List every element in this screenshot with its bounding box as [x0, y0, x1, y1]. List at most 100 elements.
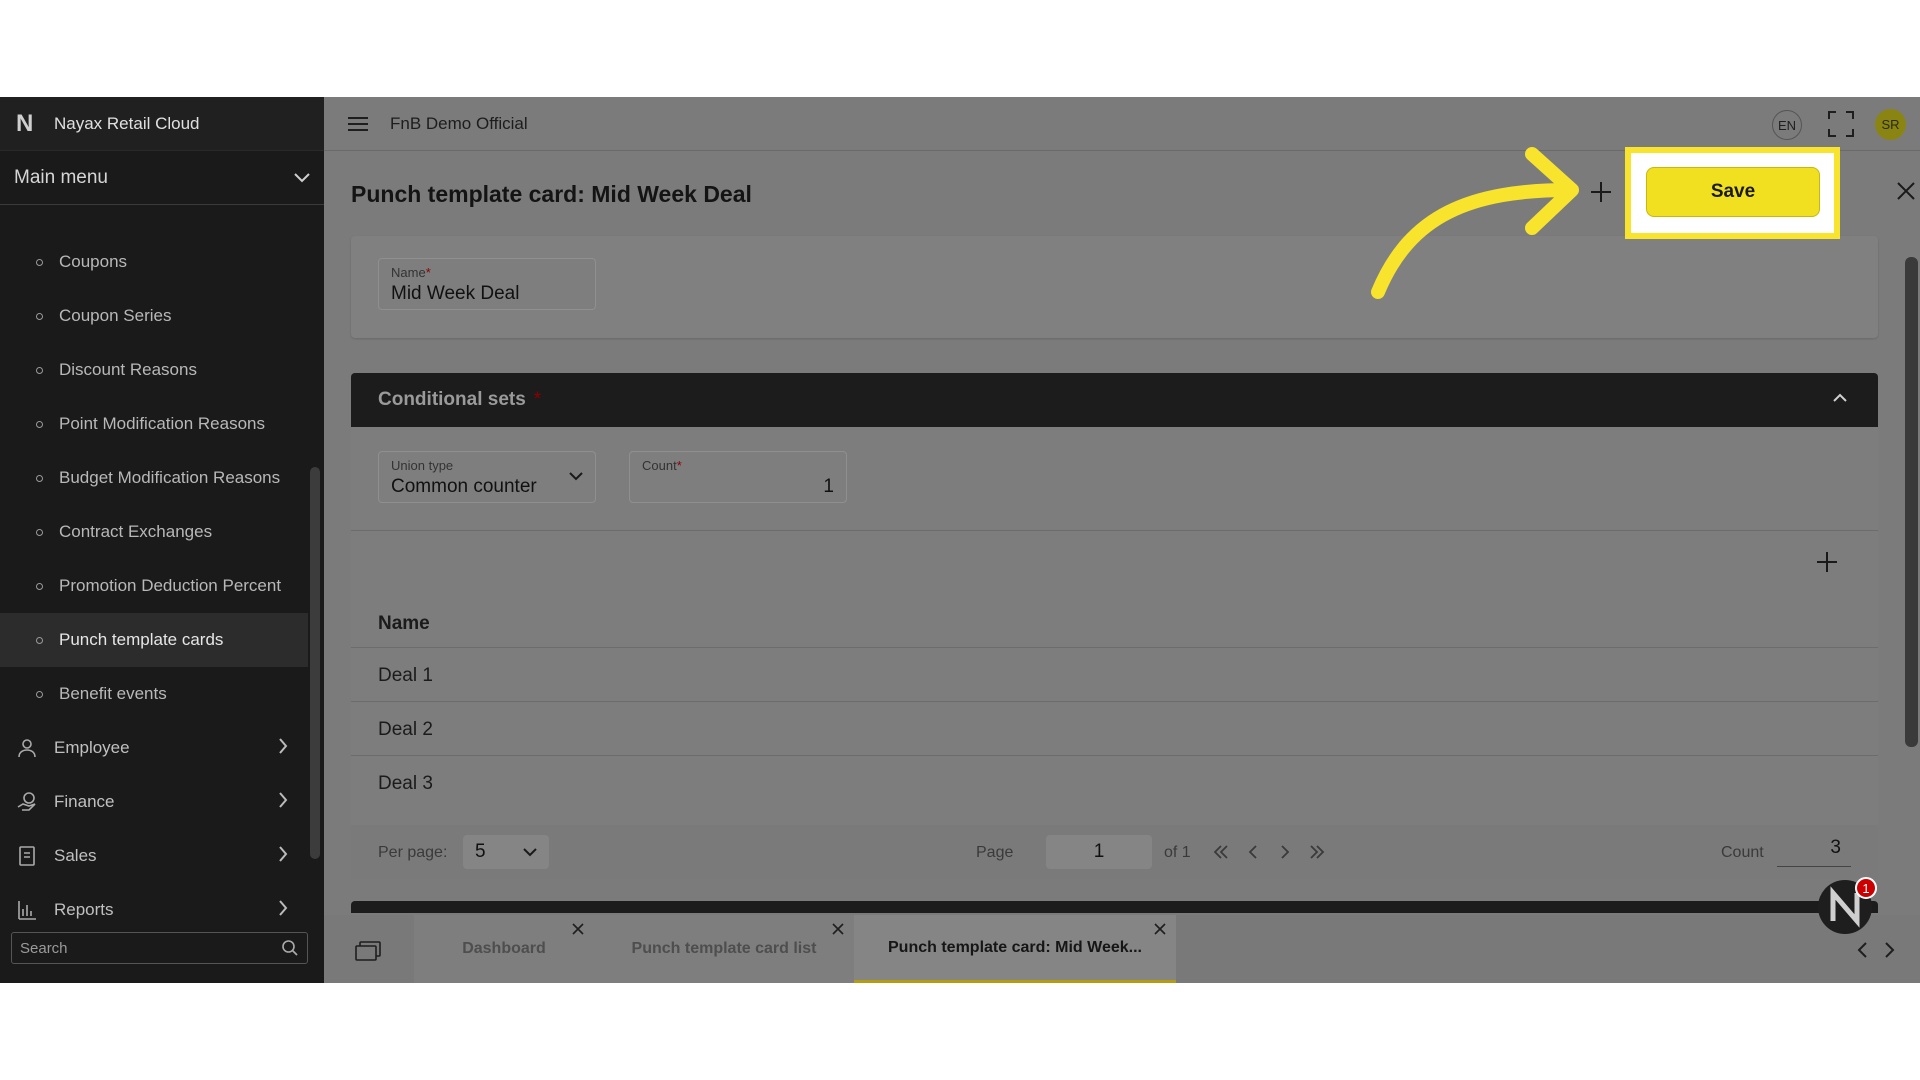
windows-icon[interactable]: [355, 941, 381, 961]
count-label: Count: [1721, 844, 1764, 861]
sidebar-item-coupons[interactable]: Coupons: [0, 235, 308, 289]
tab-punch-template-card-mid-week[interactable]: Punch template card: Mid Week...: [854, 915, 1176, 983]
bullet-icon: [36, 420, 43, 428]
count-value: 3: [1777, 837, 1851, 867]
sidebar-item-discount-reasons[interactable]: Discount Reasons: [0, 343, 308, 397]
chevron-up-icon[interactable]: [1832, 391, 1848, 403]
table-row[interactable]: Deal 3: [378, 773, 433, 795]
chevron-right-icon: [279, 900, 288, 916]
sidebar-item-label: Discount Reasons: [59, 360, 197, 379]
sidebar-item-label: Contract Exchanges: [59, 522, 213, 541]
table-row[interactable]: Deal 2: [378, 719, 433, 741]
close-icon[interactable]: [1896, 181, 1916, 201]
conditional-sets-body: Union type Common counter Count* 1 Name …: [351, 427, 1878, 879]
table-header-name[interactable]: Name: [378, 613, 430, 635]
user-avatar[interactable]: SR: [1875, 109, 1906, 140]
main-menu-label: Main menu: [14, 166, 108, 188]
chevron-down-icon: [294, 172, 310, 182]
conditional-sets-header[interactable]: Conditional sets *: [351, 373, 1878, 427]
last-page-icon[interactable]: [1307, 842, 1327, 862]
sidebar-item-budget-modification-reasons[interactable]: Budget Modification Reasons: [0, 451, 308, 505]
notification-badge: 1: [1855, 877, 1877, 899]
bullet-icon: [36, 366, 43, 374]
bullet-icon: [36, 582, 43, 590]
union-type-select[interactable]: Union type Common counter: [378, 451, 596, 503]
sidebar-scrollbar[interactable]: [310, 467, 320, 859]
add-row-icon[interactable]: [1816, 551, 1838, 573]
main-menu-toggle[interactable]: Main menu: [0, 151, 324, 205]
per-page-label: Per page:: [378, 844, 448, 861]
bullet-icon: [36, 258, 43, 266]
tab-punch-template-card-list[interactable]: Punch template card list: [594, 915, 854, 983]
union-type-label: Union type: [391, 458, 454, 473]
employee-icon: [16, 737, 38, 759]
sidebar-item-label: Point Modification Reasons: [59, 414, 266, 433]
first-page-icon[interactable]: [1211, 842, 1231, 862]
table-row[interactable]: Deal 1: [378, 665, 433, 687]
bullet-icon: [36, 528, 43, 536]
sidebar-section-label: Finance: [54, 792, 115, 811]
per-page-value: 5: [475, 841, 486, 862]
per-page-select[interactable]: 5: [463, 835, 549, 869]
bullet-icon: [36, 636, 43, 644]
sidebar-section-employee[interactable]: Employee: [0, 721, 308, 775]
tabs-scroll-left-icon[interactable]: [1856, 941, 1868, 959]
sidebar-search-input[interactable]: Search: [11, 932, 308, 964]
tab-dashboard[interactable]: Dashboard: [414, 915, 594, 983]
hamburger-menu-icon[interactable]: [348, 116, 368, 132]
chevron-right-icon: [279, 792, 288, 808]
previous-page-icon[interactable]: [1243, 842, 1263, 862]
page-input[interactable]: 1: [1046, 835, 1152, 869]
tab-label: Punch template card list: [631, 940, 817, 957]
chevron-right-icon: [279, 738, 288, 754]
search-placeholder: Search: [20, 939, 68, 957]
sales-icon: [16, 845, 38, 867]
required-mark: *: [533, 389, 542, 410]
tab-label: Punch template card: Mid Week...: [888, 938, 1142, 956]
close-tab-icon[interactable]: [572, 923, 584, 935]
sidebar-item-label: Benefit events: [59, 684, 167, 703]
count-field-value: 1: [823, 476, 834, 497]
divider: [351, 530, 1878, 531]
conditional-sets-title: Conditional sets: [378, 389, 526, 410]
sidebar-section-finance[interactable]: Finance: [0, 775, 308, 829]
brand-name: Nayax Retail Cloud: [54, 113, 200, 133]
close-tab-icon[interactable]: [832, 923, 844, 935]
divider: [351, 701, 1878, 702]
fullscreen-icon[interactable]: [1828, 111, 1854, 137]
bullet-icon: [36, 690, 43, 698]
next-page-icon[interactable]: [1275, 842, 1295, 862]
sidebar-section-sales[interactable]: Sales: [0, 829, 308, 883]
top-bar: FnB Demo Official: [324, 97, 1920, 151]
sidebar-item-benefit-events[interactable]: Benefit events: [0, 667, 308, 721]
count-field[interactable]: Count* 1: [629, 451, 847, 503]
search-icon: [282, 940, 298, 956]
divider: [351, 647, 1878, 648]
tab-label: Dashboard: [462, 940, 546, 957]
language-switch[interactable]: EN: [1772, 110, 1802, 140]
sidebar-item-contract-exchanges[interactable]: Contract Exchanges: [0, 505, 308, 559]
page-nav: [1211, 842, 1327, 862]
sidebar-item-punch-template-cards[interactable]: Punch template cards: [0, 613, 308, 667]
tab-bar: Dashboard Punch template card list Punch…: [324, 915, 1920, 983]
main-scrollbar[interactable]: [1905, 257, 1918, 747]
sidebar-section-reports[interactable]: Reports: [0, 883, 308, 937]
union-type-value: Common counter: [391, 476, 537, 497]
save-button[interactable]: Save: [1646, 167, 1820, 217]
brand-bar[interactable]: N Nayax Retail Cloud: [0, 97, 324, 151]
sidebar-item-coupon-series[interactable]: Coupon Series: [0, 289, 308, 343]
next-section-header[interactable]: [351, 901, 1878, 913]
count-field-label: Count*: [642, 458, 682, 473]
close-tab-icon[interactable]: [1154, 923, 1166, 935]
sidebar-item-promotion-deduction-percent[interactable]: Promotion Deduction Percent: [0, 559, 308, 613]
tabs-scroll-right-icon[interactable]: [1884, 941, 1896, 959]
sidebar-section-label: Sales: [54, 846, 97, 865]
sidebar-item-point-modification-reasons[interactable]: Point Modification Reasons: [0, 397, 308, 451]
general-card: Name* Mid Week Deal: [351, 236, 1878, 338]
name-field[interactable]: Name* Mid Week Deal: [378, 258, 596, 310]
add-icon[interactable]: [1590, 181, 1612, 203]
finance-icon: [16, 791, 38, 813]
chevron-down-icon: [569, 472, 583, 481]
sidebar-section-label: Employee: [54, 738, 130, 757]
page-title: Punch template card: Mid Week Deal: [351, 181, 752, 207]
